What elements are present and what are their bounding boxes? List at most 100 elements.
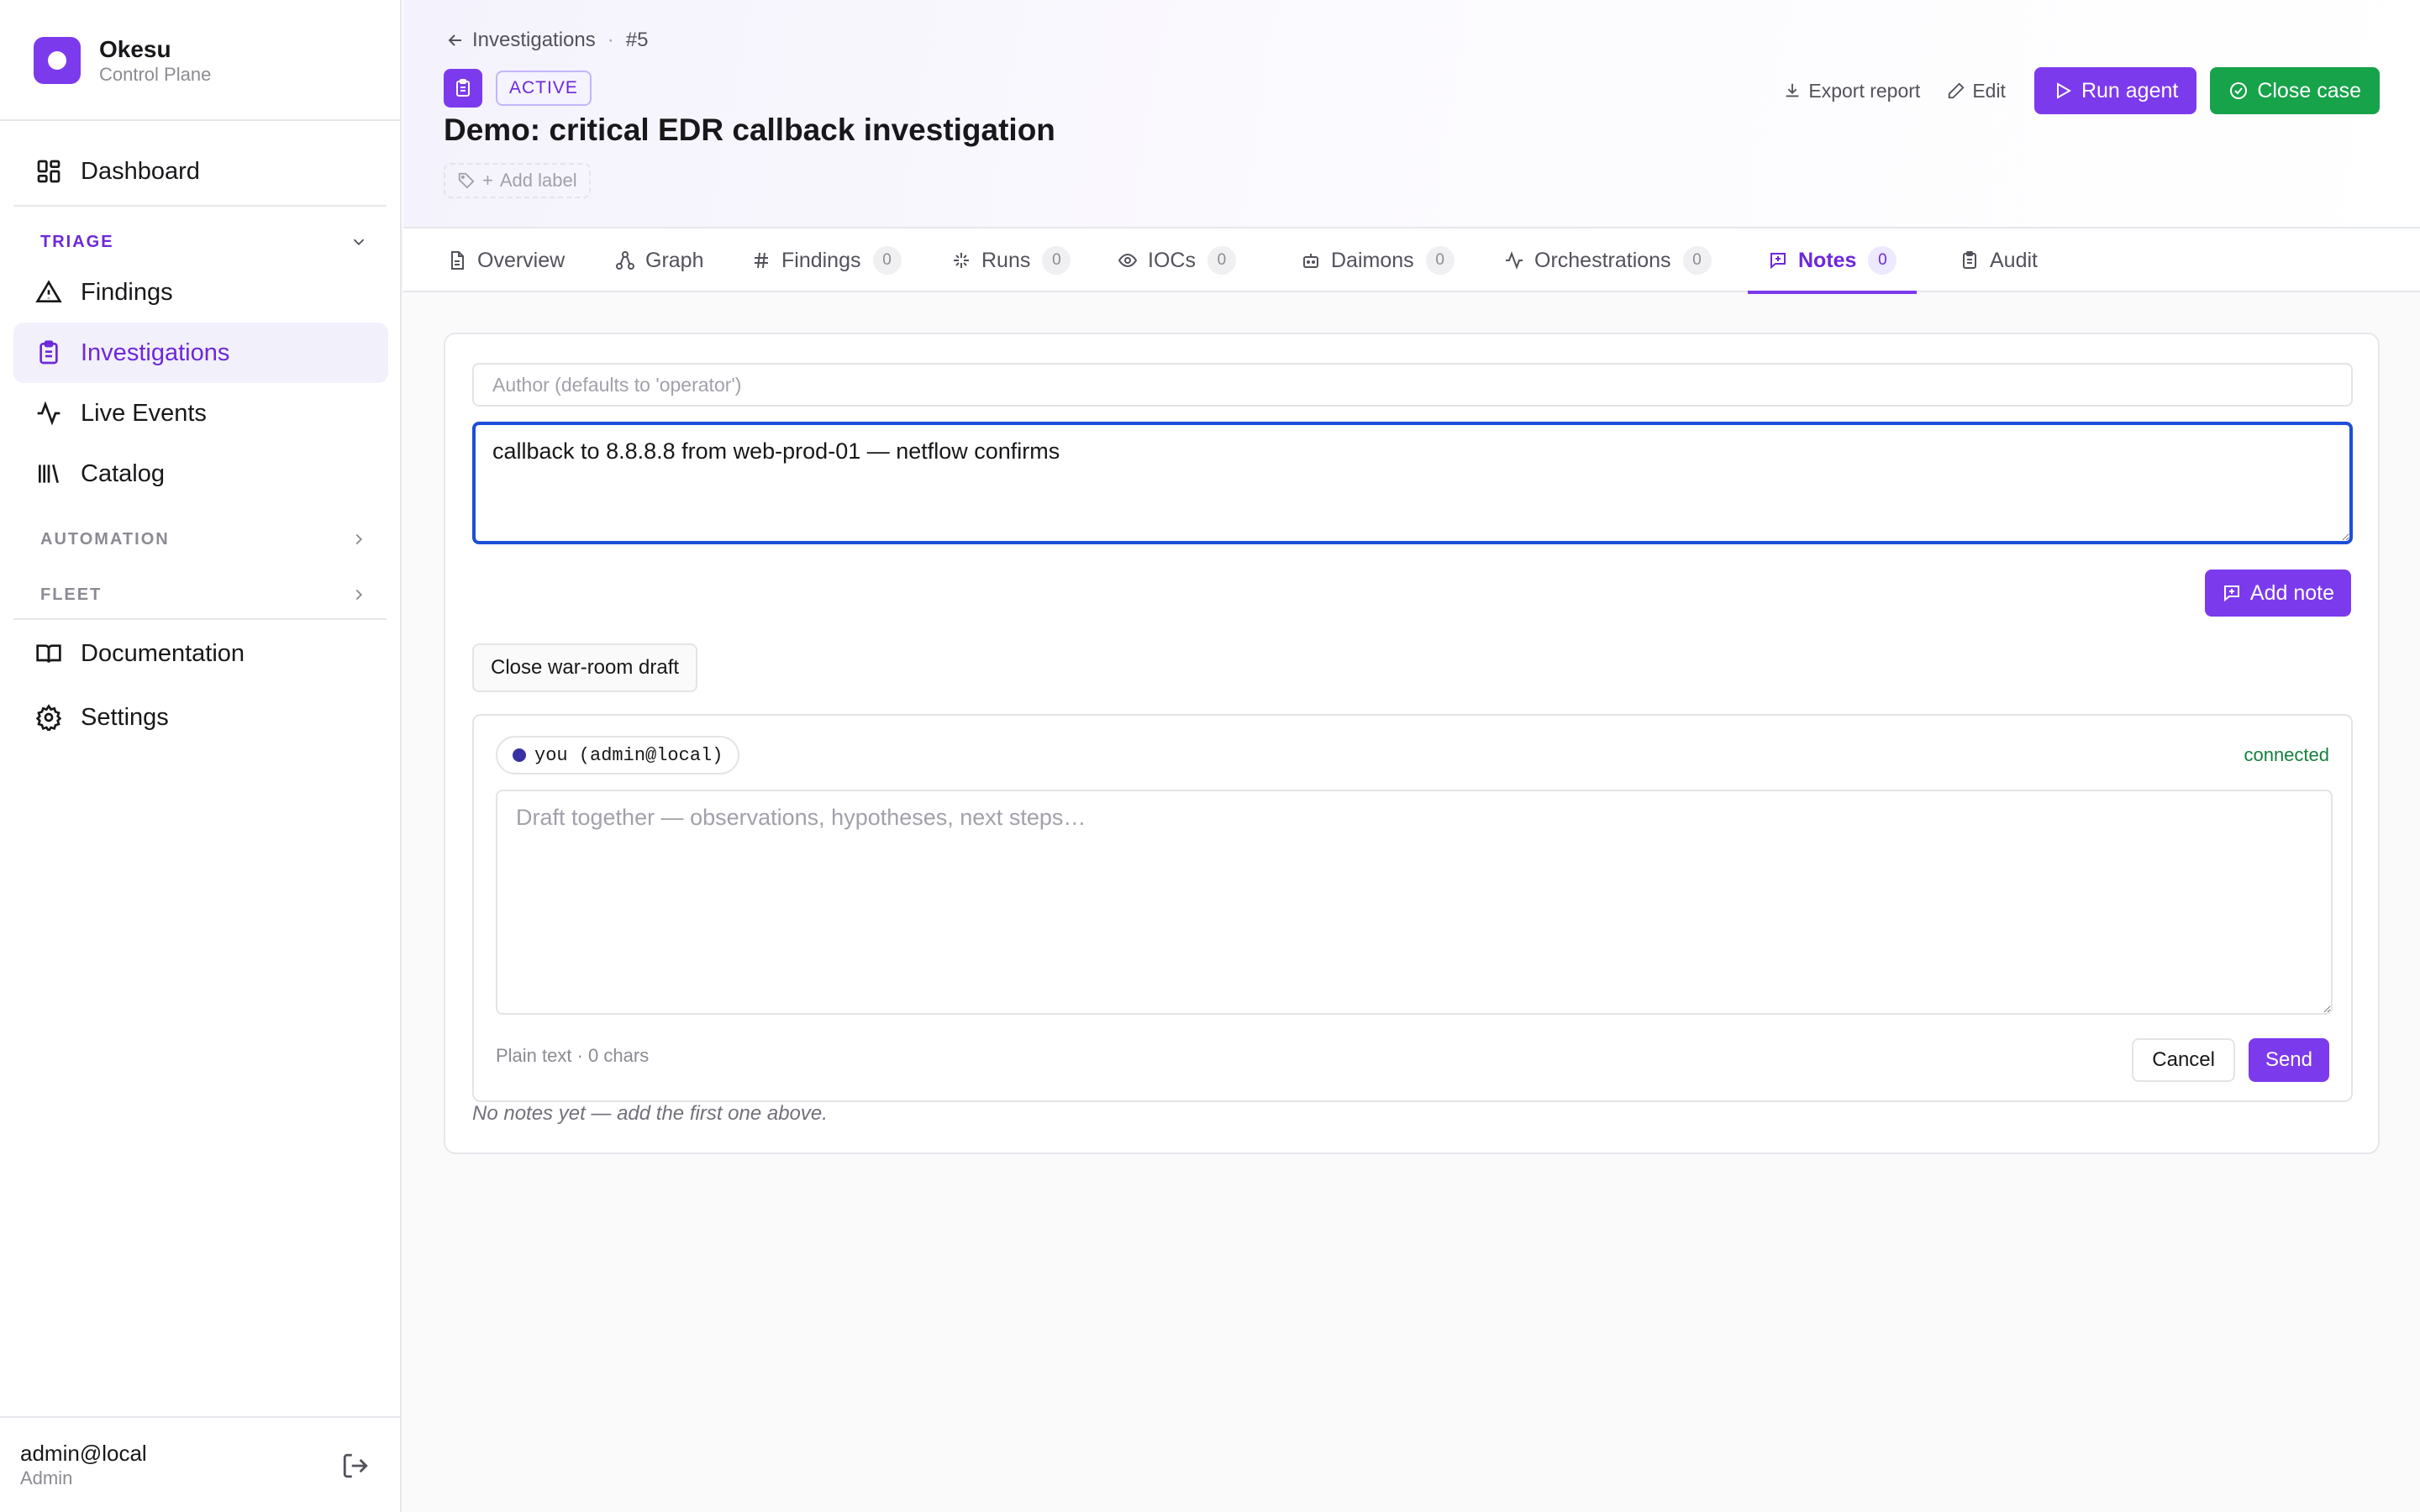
- chevron-down-icon: [353, 239, 365, 246]
- export-report-button[interactable]: Export report: [1783, 80, 1920, 102]
- section-fleet[interactable]: FLEET: [40, 580, 368, 610]
- eye-icon: [1118, 253, 1138, 268]
- section-triage[interactable]: TRIAGE: [40, 227, 368, 257]
- sidebar-item-label: Live Events: [81, 399, 207, 427]
- tab-notes[interactable]: Notes 0: [1748, 228, 1918, 294]
- tab-count: 0: [1425, 246, 1455, 275]
- tab-runs[interactable]: Runs 0: [931, 228, 1091, 292]
- sidebar-item-label: Documentation: [81, 639, 245, 667]
- notes-panel: callback to 8.8.8.8 from web-prod-01 — n…: [444, 333, 2380, 1154]
- connection-status: connected: [2244, 744, 2329, 765]
- bot-icon: [1303, 254, 1318, 268]
- chevron-right-icon: [355, 589, 363, 601]
- sidebar-item-label: Dashboard: [81, 157, 200, 185]
- message-plus-icon: [2223, 585, 2239, 602]
- clipboard-icon: [39, 340, 58, 365]
- activity-icon: [37, 401, 60, 426]
- arrow-left-icon[interactable]: [445, 30, 466, 50]
- status-badge: ACTIVE: [496, 71, 592, 106]
- sidebar-item-settings[interactable]: Settings: [13, 687, 388, 748]
- section-automation[interactable]: AUTOMATION: [40, 524, 368, 554]
- draft-textarea[interactable]: [496, 790, 2333, 1015]
- tab-findings[interactable]: Findings 0: [731, 228, 922, 292]
- tab-label: Runs: [981, 248, 1031, 272]
- export-report-label: Export report: [1808, 79, 1921, 102]
- sidebar-item-label: Investigations: [81, 339, 230, 366]
- run-agent-label: Run agent: [2081, 78, 2179, 102]
- warning-triangle-icon: [35, 280, 62, 302]
- sidebar-item-catalog[interactable]: Catalog: [13, 444, 388, 504]
- section-label: FLEET: [40, 585, 103, 604]
- library-icon: [39, 465, 59, 483]
- sparkle-icon: [954, 253, 969, 268]
- brand-name: Okesu: [99, 36, 171, 62]
- section-label: AUTOMATION: [40, 529, 170, 549]
- breadcrumb-case-id: #5: [625, 29, 649, 51]
- logout-icon[interactable]: [341, 1452, 370, 1480]
- section-label: TRIAGE: [40, 232, 114, 251]
- sidebar: Okesu Control Plane Dashboard TRIAGE Fin…: [0, 0, 402, 1512]
- breadcrumb-separator: ·: [607, 29, 614, 51]
- close-case-button[interactable]: Close case: [2210, 67, 2380, 114]
- tab-label: Daimons: [1331, 248, 1414, 272]
- sidebar-item-label: Settings: [81, 703, 169, 731]
- dashboard-icon: [37, 160, 60, 183]
- add-note-button[interactable]: Add note: [2204, 570, 2351, 617]
- tab-bar: Overview Graph Findings 0 Runs 0 IOCs 0 …: [403, 227, 2420, 294]
- user-name: admin@local: [20, 1441, 147, 1466]
- plus-icon: +: [482, 170, 493, 191]
- hash-icon: [755, 252, 768, 269]
- tab-label: Notes: [1798, 248, 1857, 272]
- clipboard-icon: [1963, 251, 1976, 269]
- download-icon: [1786, 83, 1799, 97]
- tab-label: Audit: [1990, 248, 2038, 272]
- message-icon: [1770, 253, 1786, 270]
- cancel-button[interactable]: Cancel: [2132, 1038, 2235, 1082]
- tab-audit[interactable]: Audit: [1939, 228, 2058, 292]
- check-circle-icon: [2230, 82, 2248, 99]
- tab-orchestrations[interactable]: Orchestrations 0: [1484, 228, 1732, 292]
- sidebar-item-label: Findings: [81, 278, 173, 306]
- sidebar-item-documentation[interactable]: Documentation: [13, 623, 388, 684]
- edit-button[interactable]: Edit: [1947, 80, 2006, 102]
- presence-user: you (admin@local): [534, 744, 723, 766]
- close-warroom-draft-button[interactable]: Close war-room draft: [472, 643, 698, 692]
- user-profile: admin@local Admin: [20, 1440, 381, 1494]
- tab-daimons[interactable]: Daimons 0: [1281, 228, 1475, 292]
- tab-label: Orchestrations: [1534, 248, 1671, 272]
- pencil-icon: [1949, 82, 1965, 99]
- run-agent-button[interactable]: Run agent: [2033, 67, 2197, 114]
- author-input[interactable]: [472, 363, 2353, 407]
- tag-icon: [458, 172, 475, 189]
- breadcrumb-investigations-link[interactable]: Investigations: [472, 29, 596, 52]
- edit-label: Edit: [1972, 79, 2006, 102]
- sidebar-item-label: Catalog: [81, 459, 165, 487]
- page-title: Demo: critical EDR callback investigatio…: [444, 113, 1055, 147]
- brand-subtitle: Control Plane: [99, 64, 212, 85]
- chevron-right-icon: [355, 533, 363, 545]
- sidebar-item-dashboard[interactable]: Dashboard: [13, 141, 388, 202]
- sidebar-item-live-events[interactable]: Live Events: [13, 383, 388, 444]
- tab-label: Overview: [477, 248, 566, 272]
- tab-label: Graph: [645, 248, 704, 272]
- note-textarea[interactable]: callback to 8.8.8.8 from web-prod-01 — n…: [472, 422, 2353, 544]
- tab-label: IOCs: [1148, 248, 1196, 272]
- sidebar-item-investigations[interactable]: Investigations: [13, 323, 388, 383]
- tab-count: 0: [1042, 246, 1071, 275]
- close-case-label: Close case: [2257, 78, 2361, 102]
- tab-iocs[interactable]: IOCs 0: [1097, 228, 1256, 292]
- divider: [0, 119, 400, 121]
- book-icon: [36, 644, 61, 663]
- draft-meta: Plain text · 0 chars: [496, 1045, 650, 1066]
- tab-graph[interactable]: Graph: [595, 228, 723, 292]
- tab-overview[interactable]: Overview: [427, 228, 585, 292]
- sidebar-item-findings[interactable]: Findings: [13, 262, 388, 323]
- presence-chip: you (admin@local): [496, 736, 740, 774]
- send-button[interactable]: Send: [2248, 1038, 2329, 1082]
- brand[interactable]: Okesu Control Plane: [34, 35, 211, 86]
- add-label-button[interactable]: + Add label: [444, 163, 591, 198]
- main-content: Investigations · #5 ACTIVE Demo: critica…: [403, 0, 2420, 1512]
- tab-label: Findings: [781, 248, 861, 272]
- divider: [13, 618, 387, 620]
- file-icon: [451, 251, 464, 270]
